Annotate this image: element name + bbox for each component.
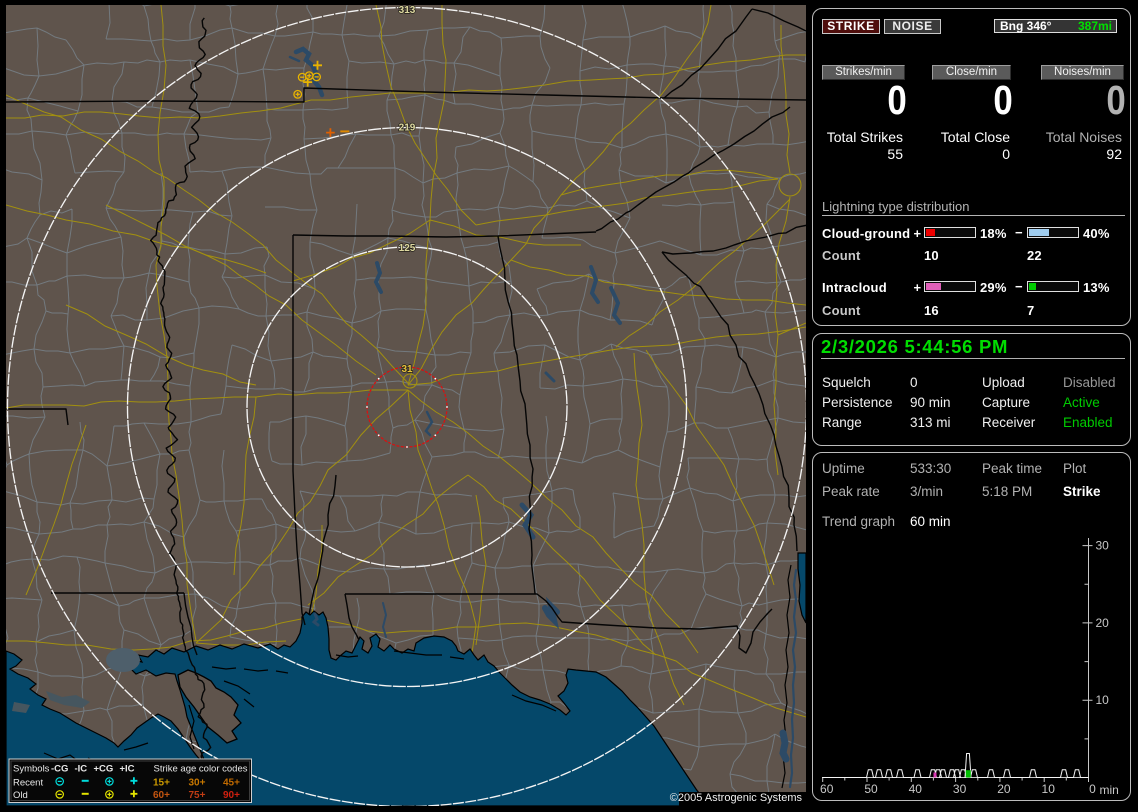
svg-text:15+: 15+ bbox=[153, 778, 170, 789]
svg-text:0: 0 bbox=[1089, 782, 1096, 796]
svg-text:-CG: -CG bbox=[51, 764, 68, 775]
svg-text:90+: 90+ bbox=[223, 790, 240, 801]
svg-text:+CG: +CG bbox=[94, 764, 114, 775]
svg-text:Old: Old bbox=[13, 790, 28, 801]
svg-text:40: 40 bbox=[909, 782, 923, 796]
svg-text:20: 20 bbox=[1096, 616, 1110, 630]
svg-text:10: 10 bbox=[1042, 782, 1056, 796]
svg-text:45+: 45+ bbox=[223, 778, 240, 789]
svg-text:10: 10 bbox=[1096, 693, 1110, 707]
svg-text:31: 31 bbox=[401, 364, 413, 375]
svg-text:60: 60 bbox=[820, 782, 834, 796]
svg-text:60+: 60+ bbox=[153, 790, 170, 801]
svg-text:Symbols: Symbols bbox=[13, 764, 50, 775]
svg-text:219: 219 bbox=[399, 123, 416, 134]
svg-text:Recent: Recent bbox=[13, 778, 43, 789]
svg-text:50: 50 bbox=[864, 782, 878, 796]
svg-text:©2005 Astrogenic Systems: ©2005 Astrogenic Systems bbox=[670, 792, 803, 804]
svg-text:Strike age color codes: Strike age color codes bbox=[154, 764, 248, 775]
svg-text:125: 125 bbox=[399, 243, 416, 254]
svg-text:min: min bbox=[1100, 783, 1119, 797]
svg-text:20: 20 bbox=[997, 782, 1011, 796]
svg-text:313: 313 bbox=[399, 5, 416, 16]
svg-text:+IC: +IC bbox=[120, 764, 135, 775]
svg-text:75+: 75+ bbox=[189, 790, 206, 801]
svg-text:30+: 30+ bbox=[189, 778, 206, 789]
svg-text:30: 30 bbox=[953, 782, 967, 796]
svg-text:-IC: -IC bbox=[75, 764, 88, 775]
svg-text:30: 30 bbox=[1096, 539, 1110, 553]
